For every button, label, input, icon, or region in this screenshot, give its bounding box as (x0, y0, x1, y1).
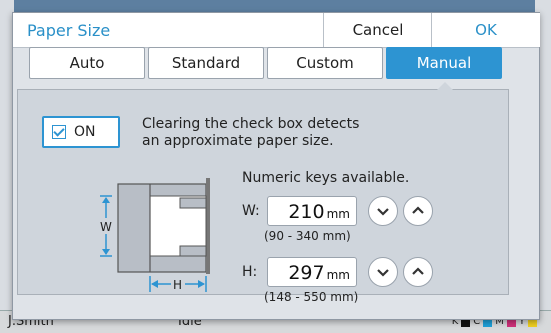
panel-pointer (437, 82, 453, 90)
dialog-title-bar: Paper Size Cancel OK (13, 13, 540, 48)
width-increase-button[interactable] (403, 196, 433, 226)
ok-button[interactable]: OK (431, 13, 540, 47)
height-label: H: (242, 264, 258, 280)
chevron-up-icon (412, 206, 424, 214)
tab-standard[interactable]: Standard (148, 47, 264, 79)
description-line-2: an approximate paper size. (142, 133, 334, 149)
on-checkbox-button[interactable]: ON (42, 116, 120, 148)
h-dimension-label: H (173, 278, 182, 292)
chevron-up-icon (412, 267, 424, 275)
description-text: Clearing the check box detects an approx… (142, 116, 402, 150)
width-value: 210 (288, 201, 325, 223)
chevron-down-icon (377, 269, 389, 277)
height-unit: mm (326, 268, 350, 282)
tray-edge (206, 178, 210, 274)
width-decrease-button[interactable] (368, 196, 398, 226)
paper-guide-bottom (179, 245, 207, 257)
height-increase-button[interactable] (403, 257, 433, 287)
w-arrow-down-icon (102, 249, 110, 255)
h-arrow-right-icon (198, 280, 205, 288)
height-range: (148 - 550 mm) (264, 290, 359, 304)
cancel-button[interactable]: Cancel (323, 13, 432, 47)
paper-tray-diagram: W H (100, 178, 210, 292)
tab-manual[interactable]: Manual (386, 47, 502, 79)
dialog-title: Paper Size (27, 21, 111, 40)
h-arrow-left-icon (151, 280, 158, 288)
tab-auto[interactable]: Auto (29, 47, 145, 79)
numeric-keys-note: Numeric keys available. (242, 170, 410, 186)
height-input[interactable]: 297 mm (267, 257, 357, 287)
tab-custom[interactable]: Custom (267, 47, 383, 79)
w-dimension-label: W (100, 220, 112, 234)
paper-guide-top (179, 197, 207, 209)
w-arrow-up-icon (102, 197, 110, 203)
width-input[interactable]: 210 mm (267, 196, 357, 226)
size-mode-tabs: Auto Standard Custom Manual (29, 47, 505, 79)
checkbox-checked-icon (52, 125, 66, 139)
width-label: W: (242, 203, 260, 219)
chevron-down-icon (377, 208, 389, 216)
height-decrease-button[interactable] (368, 257, 398, 287)
on-label: ON (74, 124, 96, 140)
description-line-1: Clearing the check box detects (142, 116, 360, 132)
width-unit: mm (326, 207, 350, 221)
height-value: 297 (288, 262, 325, 284)
width-range: (90 - 340 mm) (264, 229, 351, 243)
